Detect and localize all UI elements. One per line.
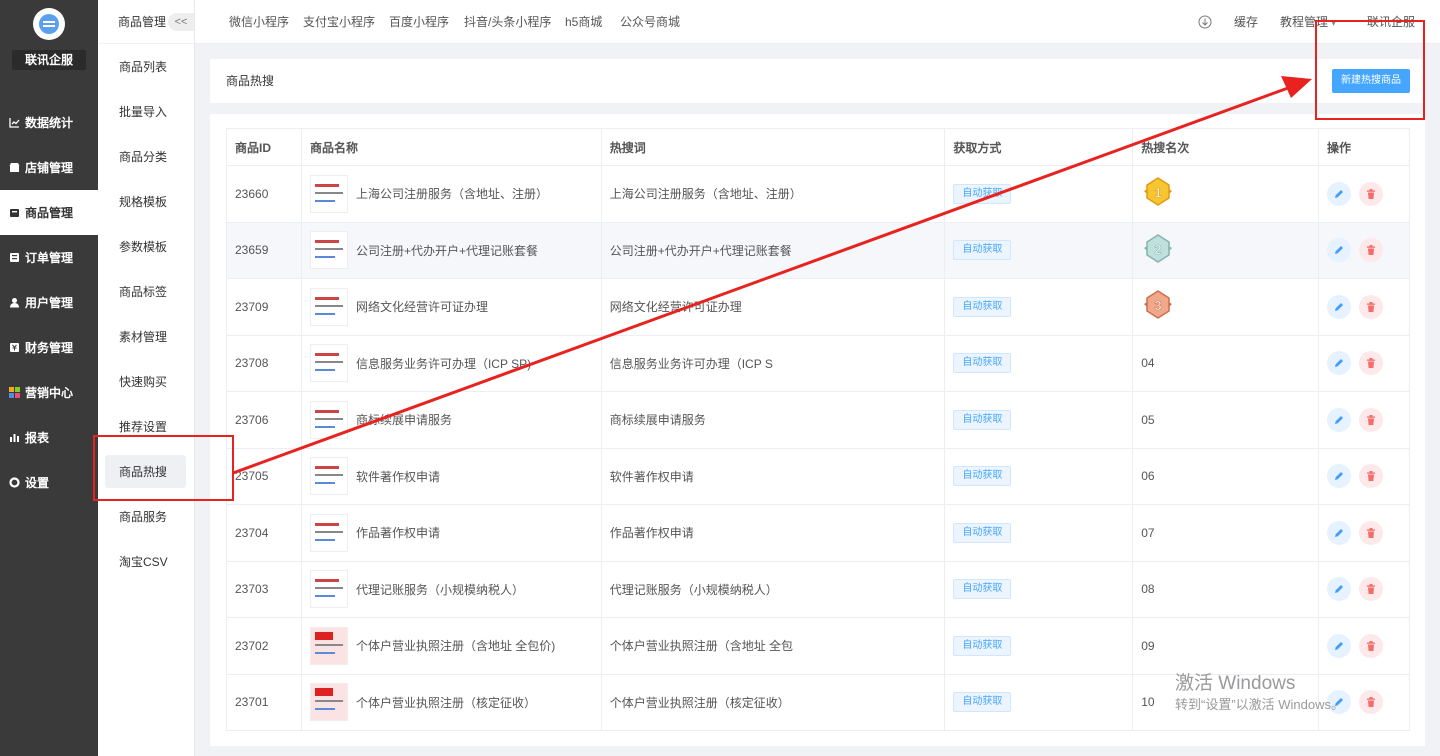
annotation-arrow <box>232 76 1312 475</box>
